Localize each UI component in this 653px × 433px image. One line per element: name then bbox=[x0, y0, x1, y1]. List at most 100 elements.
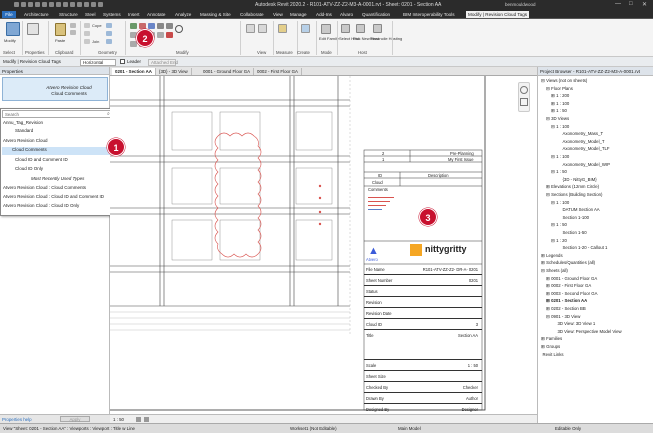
drawing-canvas[interactable]: 2 Pre-Planning 1 My First Issue ID Descr… bbox=[110, 76, 537, 414]
browser-node[interactable]: ⊟ 3D Views bbox=[546, 116, 569, 122]
move-icon[interactable] bbox=[157, 23, 164, 29]
paint-icon[interactable] bbox=[106, 39, 112, 44]
list-item[interactable]: Atvero Revision Cloud : Cloud ID and Com… bbox=[3, 194, 104, 199]
attached-end-dropdown[interactable]: Attached End bbox=[148, 59, 178, 66]
browser-node[interactable]: ⊟ Views (not on sheets) bbox=[541, 78, 587, 84]
expander-icon[interactable]: ⊟ bbox=[551, 169, 555, 174]
align-icon[interactable] bbox=[130, 23, 137, 29]
type-selector[interactable]: Atvero Revision Cloud Cloud Comments bbox=[2, 77, 108, 101]
browser-node[interactable]: ⊞ Elevations (12mm Circle) bbox=[546, 184, 599, 190]
browser-node[interactable]: ⊞ Families bbox=[541, 336, 562, 342]
mirror-icon[interactable] bbox=[148, 23, 155, 29]
browser-node[interactable]: ⊟ Sheets (all) bbox=[541, 268, 568, 274]
expander-icon[interactable]: ⊞ bbox=[546, 298, 550, 303]
browser-node[interactable]: ⊞ 0003 - Second Floor GA bbox=[546, 291, 597, 297]
expander-icon[interactable]: ⊞ bbox=[546, 276, 550, 281]
tab-massing-site[interactable]: Massing & Site bbox=[198, 11, 233, 18]
orientation-dropdown[interactable]: Horizontal bbox=[80, 59, 116, 66]
close-button[interactable]: ✕ bbox=[642, 1, 647, 8]
expander-icon[interactable]: ⊞ bbox=[546, 283, 550, 288]
list-item[interactable]: Annu_Tag_Revision bbox=[3, 120, 43, 125]
expander-icon[interactable]: ⊟ bbox=[551, 154, 555, 159]
list-item[interactable]: Atvero Revision Cloud bbox=[3, 138, 48, 143]
type-search-input[interactable]: Search bbox=[2, 110, 113, 118]
reconcile-hosting-icon[interactable] bbox=[373, 24, 382, 33]
tab-analyze[interactable]: Analyze bbox=[173, 11, 193, 18]
select-host-icon[interactable] bbox=[341, 24, 350, 33]
browser-node[interactable]: Axonometry_Model_TLF bbox=[561, 146, 610, 151]
tab-alvaro[interactable]: Alvaro bbox=[338, 11, 355, 18]
browser-node[interactable]: ⊞ 1 : 50 bbox=[551, 108, 567, 114]
delete-icon[interactable] bbox=[166, 32, 173, 38]
expander-icon[interactable]: ⊞ bbox=[541, 336, 545, 341]
pick-new-host-icon[interactable] bbox=[356, 24, 365, 33]
expander-icon[interactable]: ⊞ bbox=[541, 253, 545, 258]
browser-node[interactable]: ⊞ Schedules/Quantities (all) bbox=[541, 260, 595, 266]
detail-level-icon[interactable] bbox=[136, 417, 141, 422]
browser-node[interactable]: ⊞ 0001 - Ground Floor GA bbox=[546, 276, 597, 282]
view-scale[interactable]: 1 : 50 bbox=[113, 417, 124, 422]
browser-node[interactable]: ⊟ 0901 - 3D View bbox=[546, 314, 580, 320]
expander-icon[interactable]: ⊞ bbox=[551, 101, 555, 106]
browser-node[interactable]: ⊟ Floor Plans bbox=[546, 86, 573, 92]
leader-checkbox[interactable] bbox=[120, 59, 125, 64]
wall-joins-icon[interactable] bbox=[106, 23, 112, 28]
browser-node[interactable]: ⊞ 0002 - First Floor GA bbox=[546, 283, 591, 289]
expander-icon[interactable]: ⊟ bbox=[551, 200, 555, 205]
browser-node[interactable]: DATUM Section AA bbox=[561, 207, 600, 212]
tab-quantification[interactable]: Quantification bbox=[360, 11, 392, 18]
browser-node[interactable]: ⊟ 1 : 100 bbox=[551, 124, 569, 130]
reconcile-hosting-label[interactable]: Reconcile Hosting bbox=[370, 36, 402, 41]
tab-annotate[interactable]: Annotate bbox=[145, 11, 167, 18]
workset-dropdown[interactable]: Workset1 (Not Editable) bbox=[290, 426, 337, 431]
minimize-button[interactable]: — bbox=[615, 1, 621, 7]
tab-modify-revision-cloud-tags[interactable]: Modify | Revision Cloud Tags bbox=[466, 11, 530, 18]
list-item[interactable]: Atvero Revision Cloud : Cloud ID Only bbox=[3, 203, 79, 208]
tab-add-ins[interactable]: Add-Ins bbox=[314, 11, 334, 18]
browser-node[interactable]: ⊞ 1 : 200 bbox=[551, 93, 569, 99]
zoom-icon[interactable] bbox=[520, 98, 528, 106]
split-face-icon[interactable] bbox=[106, 31, 112, 36]
tab-bim-interoperability[interactable]: BIM Interoperability Tools bbox=[401, 11, 457, 18]
tab-view[interactable]: View bbox=[271, 11, 285, 18]
browser-node[interactable]: {3D - NittyG_BIM} bbox=[561, 177, 597, 182]
visual-style-icon[interactable] bbox=[144, 417, 149, 422]
user-name[interactable]: benmouldwood bbox=[505, 2, 536, 7]
edit-family-icon[interactable] bbox=[321, 24, 331, 34]
copy-element-icon[interactable] bbox=[166, 23, 173, 29]
join-label[interactable]: Join bbox=[92, 39, 99, 44]
browser-node[interactable]: ⊟ 1 : 100 bbox=[551, 154, 569, 160]
quick-access-toolbar[interactable] bbox=[14, 2, 144, 8]
apply-button[interactable]: Apply bbox=[60, 416, 90, 422]
browser-node[interactable]: ⊟ 1 : 50 bbox=[551, 222, 567, 228]
edit-family-label[interactable]: Edit Family bbox=[319, 36, 339, 41]
steering-wheel-icon[interactable] bbox=[520, 86, 528, 94]
editable-only-toggle[interactable]: Editable Only bbox=[555, 426, 581, 431]
browser-node[interactable]: ⊞ Groups bbox=[541, 344, 560, 350]
expander-icon[interactable]: ⊟ bbox=[546, 116, 550, 121]
tab-systems[interactable]: Systems bbox=[101, 11, 123, 18]
expander-icon[interactable]: ⊞ bbox=[546, 306, 550, 311]
browser-node[interactable]: Section 1-50 bbox=[561, 230, 587, 235]
modify-icon[interactable] bbox=[6, 22, 20, 36]
expander-icon[interactable]: ⊞ bbox=[546, 184, 550, 189]
expander-icon[interactable]: ⊟ bbox=[551, 124, 555, 129]
browser-node[interactable]: Axonometry_Model_T bbox=[561, 139, 605, 144]
expander-icon[interactable]: ⊟ bbox=[551, 222, 555, 227]
browser-node[interactable]: ⊞ Legends bbox=[541, 253, 563, 259]
expander-icon[interactable]: ⊞ bbox=[546, 291, 550, 296]
cope-label[interactable]: Cope bbox=[92, 23, 102, 28]
select-host-label[interactable]: Select Host bbox=[339, 36, 359, 41]
list-item[interactable]: Cloud ID and Comment ID bbox=[15, 157, 68, 162]
tab-steel[interactable]: Steel bbox=[83, 11, 97, 18]
browser-node[interactable]: Section 1-100 bbox=[561, 215, 590, 220]
rotate-icon[interactable] bbox=[175, 25, 183, 33]
list-item-selected[interactable]: Cloud Comments bbox=[2, 147, 113, 155]
hide-icon[interactable] bbox=[258, 24, 267, 33]
paste-icon[interactable] bbox=[55, 23, 66, 36]
tab-insert[interactable]: Insert bbox=[126, 11, 142, 18]
browser-node[interactable]: 3D View: Perspective Model View bbox=[556, 329, 622, 334]
browser-node[interactable]: ⊞ 0202 - Section BB bbox=[546, 306, 586, 312]
tab-architecture[interactable]: Architecture bbox=[22, 11, 51, 18]
browser-node[interactable]: ⊞ 1 : 100 bbox=[551, 101, 569, 107]
